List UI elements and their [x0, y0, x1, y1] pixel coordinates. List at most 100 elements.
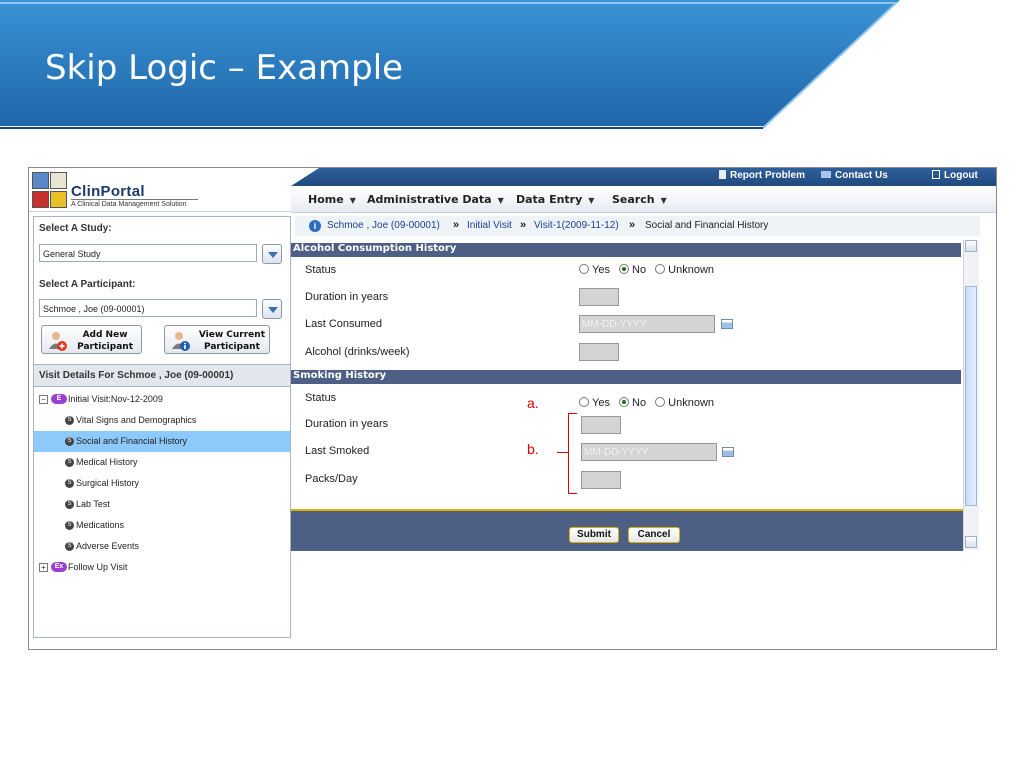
tree-follow-up-visit[interactable]: + Ex Follow Up Visit [34, 557, 290, 578]
smoking-status-radios: Yes No Unknown [579, 397, 720, 409]
calendar-icon[interactable] [721, 319, 733, 329]
submit-button[interactable]: Submit [569, 527, 619, 543]
tree-form-label: Vital Signs and Demographics [76, 415, 197, 425]
scroll-up-icon[interactable] [965, 240, 977, 252]
last-consumed-date-input[interactable]: MM-DD-YYYY [579, 315, 715, 333]
view-current-label: View Current [198, 330, 265, 340]
study-select[interactable]: General Study [39, 244, 257, 262]
add-new-participant-button[interactable]: Add New Participant [41, 325, 142, 354]
smoking-duration-input[interactable] [581, 416, 621, 434]
report-problem-link[interactable]: Report Problem [719, 170, 805, 181]
logo-icon-pencil [32, 191, 49, 208]
menu-search[interactable]: Search ▼ [612, 193, 667, 206]
chevron-down-icon: ▼ [660, 196, 667, 205]
chevron-down-icon: ▼ [349, 196, 356, 205]
tree-form-label: Medical History [76, 457, 138, 467]
expand-icon[interactable]: + [39, 563, 48, 572]
breadcrumb-visit[interactable]: Initial Visit [467, 220, 512, 231]
logout-link[interactable]: Logout [932, 170, 978, 181]
contact-us-link[interactable]: Contact Us [821, 170, 888, 181]
envelope-icon [821, 171, 831, 178]
form-scrollbar[interactable] [963, 240, 979, 550]
tree-form-label: Medications [76, 520, 125, 530]
participant-dropdown-button[interactable] [262, 299, 282, 319]
tree-form-item[interactable]: S Vital Signs and Demographics [34, 410, 290, 431]
alcohol-status-no-radio[interactable] [619, 264, 630, 274]
logo-icon-person [32, 172, 49, 189]
annotation-bracket-pointer [557, 452, 568, 453]
scroll-down-icon[interactable] [965, 536, 977, 548]
study-dropdown-button[interactable] [262, 244, 282, 264]
logo-divider [71, 199, 198, 200]
sidebar: Select A Study: General Study Select A P… [33, 216, 291, 638]
alcohol-drinks-label: Alcohol (drinks/week) [305, 346, 410, 358]
form-status-icon: S [65, 521, 74, 530]
breadcrumb-participant[interactable]: Schmoe , Joe (09-00001) [327, 220, 440, 231]
tree-form-item[interactable]: S Medications [34, 515, 290, 536]
smoking-section-header: Smoking History [291, 370, 961, 384]
chevron-down-icon: ▼ [497, 196, 504, 205]
breadcrumb-visit-instance[interactable]: Visit-1(2009-11-12) [534, 220, 619, 231]
last-consumed-label: Last Consumed [305, 318, 383, 330]
add-new-label: Add New [82, 330, 128, 340]
packs-per-day-label: Packs/Day [305, 473, 358, 485]
alcohol-status-yes-radio[interactable] [579, 264, 589, 274]
tree-follow-up-label: Follow Up Visit [68, 562, 128, 572]
document-icon [719, 170, 726, 179]
slide-title: Skip Logic – Example [45, 48, 404, 88]
logout-icon [932, 170, 940, 179]
smoking-status-yes-radio[interactable] [579, 397, 589, 407]
packs-per-day-input[interactable] [581, 471, 621, 489]
add-person-icon [49, 332, 67, 351]
view-current-participant-button[interactable]: View Current Participant [164, 325, 270, 354]
view-person-icon [172, 332, 190, 351]
breadcrumb-separator: » [520, 219, 527, 231]
form-footer: Submit Cancel [291, 509, 963, 551]
menu-administrative-data[interactable]: Administrative Data ▼ [367, 193, 504, 206]
smoking-section-title: Smoking History [293, 370, 387, 381]
tree-form-item[interactable]: S Medical History [34, 452, 290, 473]
tree-form-item[interactable]: S Lab Test [34, 494, 290, 515]
annotation-bracket-top [568, 413, 577, 414]
visit-details-title: Visit Details For Schmoe , Joe (09-00001… [39, 370, 234, 381]
calendar-icon[interactable] [722, 447, 734, 457]
alcohol-duration-label: Duration in years [305, 291, 389, 303]
scroll-thumb[interactable] [965, 286, 977, 506]
alcohol-section-title: Alcohol Consumption History [293, 243, 457, 254]
tree-form-label: Adverse Events [76, 541, 140, 551]
collapse-icon[interactable]: − [39, 395, 48, 404]
participant-select[interactable]: Schmoe , Joe (09-00001) [39, 299, 257, 317]
alcohol-drinks-input[interactable] [579, 343, 619, 361]
form-status-icon: S [65, 479, 74, 488]
add-new-label-2: Participant [77, 342, 133, 352]
study-label: Select A Study: [39, 223, 112, 234]
breadcrumb-current: Social and Financial History [645, 220, 769, 231]
alcohol-status-unknown-radio[interactable] [655, 264, 666, 274]
form-status-icon: S [65, 542, 74, 551]
menu-home[interactable]: Home ▼ [308, 193, 356, 206]
last-smoked-label: Last Smoked [305, 445, 370, 457]
tree-initial-visit-label: Initial Visit:Nov-12-2009 [68, 394, 163, 404]
logo-tagline: A Clinical Data Management Solution [71, 201, 187, 208]
cancel-button[interactable]: Cancel [628, 527, 680, 543]
smoking-status-unknown-radio[interactable] [655, 397, 666, 407]
tree-initial-visit[interactable]: − E Initial Visit:Nov-12-2009 [34, 389, 290, 410]
main-menu: Home ▼ Administrative Data ▼ Data Entry ▼ S… [291, 186, 996, 213]
last-smoked-date-input[interactable]: MM-DD-YYYY [581, 443, 717, 461]
alcohol-status-radios: Yes No Unknown [579, 264, 720, 276]
tree-form-item[interactable]: S Surgical History [34, 473, 290, 494]
alcohol-status-label: Status [305, 264, 337, 276]
breadcrumb-separator: » [453, 219, 460, 231]
tree-form-item-selected[interactable]: S Social and Financial History [34, 431, 290, 452]
smoking-status-no-radio[interactable] [619, 397, 630, 407]
logo-name: ClinPortal [71, 183, 145, 200]
smoking-duration-label: Duration in years [305, 418, 389, 430]
tree-form-item[interactable]: S Adverse Events [34, 536, 290, 557]
info-icon: i [309, 220, 321, 232]
alcohol-duration-input[interactable] [579, 288, 619, 306]
logo-icon-chart [50, 172, 67, 189]
menu-data-entry[interactable]: Data Entry ▼ [516, 193, 594, 206]
form-status-icon: S [65, 416, 74, 425]
tree-form-label: Surgical History [76, 478, 140, 488]
clinportal-window: Report Problem Contact Us Logout ClinPor… [28, 167, 997, 650]
